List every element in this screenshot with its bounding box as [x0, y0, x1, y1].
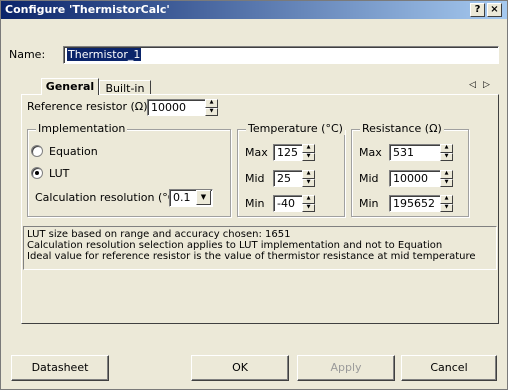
spin-up-icon[interactable]: ▲ [205, 99, 218, 108]
res-max-spinner[interactable]: ▲ ▼ [440, 144, 453, 161]
spin-up-icon[interactable]: ▲ [440, 144, 453, 153]
window-title: Configure 'ThermistorCalc' [5, 3, 170, 16]
reference-resistor-input[interactable]: 10000 [147, 99, 207, 116]
temp-min-label: Min [245, 197, 265, 210]
ok-button[interactable]: OK [191, 355, 289, 381]
reference-resistor-value: 10000 [151, 101, 186, 114]
res-mid-input[interactable]: 10000 [389, 170, 441, 187]
spin-up-icon[interactable]: ▲ [440, 195, 453, 204]
spin-down-icon[interactable]: ▼ [302, 152, 315, 161]
cancel-button-label: Cancel [430, 361, 468, 374]
temp-max-label: Max [245, 146, 268, 159]
reference-resistor-spinner[interactable]: ▲ ▼ [205, 99, 218, 116]
title-bar: Configure 'ThermistorCalc' [1, 1, 507, 19]
spin-down-icon[interactable]: ▼ [440, 203, 453, 212]
name-value: Thermistor_1 [67, 48, 142, 61]
chevron-down-icon: ▼ [200, 193, 207, 201]
resistance-title: Resistance (Ω) [360, 122, 444, 135]
ok-button-label: OK [232, 361, 248, 374]
temp-min-spinner[interactable]: ▲ ▼ [302, 195, 315, 212]
res-min-label: Min [359, 197, 379, 210]
temp-min-value: -40 [277, 197, 295, 210]
res-max-input[interactable]: 531 [389, 144, 441, 161]
spin-down-icon[interactable]: ▼ [302, 178, 315, 187]
temp-max-value: 125 [277, 146, 298, 159]
info-line: Calculation resolution selection applies… [27, 240, 443, 251]
datasheet-button[interactable]: Datasheet [11, 355, 109, 381]
close-icon: × [490, 4, 499, 15]
name-input[interactable]: Thermistor_1 [63, 46, 499, 64]
res-mid-spinner[interactable]: ▲ ▼ [440, 170, 453, 187]
temp-mid-input[interactable]: 25 [273, 170, 303, 187]
tab-next-icon[interactable]: ▷ [483, 80, 490, 90]
apply-button-label: Apply [330, 361, 362, 374]
tab-general-label: General [45, 80, 95, 93]
datasheet-button-label: Datasheet [31, 361, 89, 374]
apply-button[interactable]: Apply [297, 355, 395, 381]
res-min-spinner[interactable]: ▲ ▼ [440, 195, 453, 212]
res-max-value: 531 [393, 146, 414, 159]
res-max-label: Max [359, 146, 382, 159]
res-min-input[interactable]: 195652 [389, 195, 441, 212]
implementation-title: Implementation [36, 122, 128, 135]
spin-down-icon[interactable]: ▼ [205, 107, 218, 116]
reference-resistor-label: Reference resistor (Ω): [27, 100, 152, 113]
close-button[interactable]: × [487, 3, 502, 17]
spin-up-icon[interactable]: ▲ [302, 170, 315, 179]
spin-up-icon[interactable]: ▲ [440, 170, 453, 179]
tab-prev-icon[interactable]: ◁ [469, 80, 476, 90]
equation-label: Equation [49, 145, 98, 158]
res-mid-value: 10000 [393, 172, 428, 185]
spin-down-icon[interactable]: ▼ [440, 178, 453, 187]
temp-mid-label: Mid [245, 172, 265, 185]
help-button[interactable]: ? [470, 3, 485, 17]
res-mid-label: Mid [359, 172, 379, 185]
tab-built-in[interactable]: Built-in [99, 80, 151, 95]
resolution-dropdown-button[interactable]: ▼ [196, 190, 211, 205]
temp-mid-value: 25 [277, 172, 291, 185]
info-message-box: LUT size based on range and accuracy cho… [23, 226, 497, 270]
info-line: Ideal value for reference resistor is th… [27, 251, 476, 262]
temperature-title: Temperature (°C) [246, 122, 345, 135]
temp-max-spinner[interactable]: ▲ ▼ [302, 144, 315, 161]
name-label: Name: [9, 48, 46, 61]
spin-up-icon[interactable]: ▲ [302, 195, 315, 204]
temp-max-input[interactable]: 125 [273, 144, 303, 161]
help-icon: ? [474, 4, 481, 15]
info-line: LUT size based on range and accuracy cho… [27, 229, 291, 240]
resolution-value: 0.1 [173, 191, 191, 204]
spin-down-icon[interactable]: ▼ [302, 203, 315, 212]
spin-down-icon[interactable]: ▼ [440, 152, 453, 161]
tab-general[interactable]: General [41, 78, 99, 95]
configure-dialog: Configure 'ThermistorCalc' ? × Name: The… [0, 0, 508, 390]
lut-radio[interactable] [31, 167, 43, 179]
spin-up-icon[interactable]: ▲ [302, 144, 315, 153]
equation-radio[interactable] [31, 145, 43, 157]
temp-min-input[interactable]: -40 [273, 195, 303, 212]
temp-mid-spinner[interactable]: ▲ ▼ [302, 170, 315, 187]
res-min-value: 195652 [393, 197, 435, 210]
lut-label: LUT [49, 167, 70, 180]
resolution-label: Calculation resolution (°C): [35, 191, 184, 204]
cancel-button[interactable]: Cancel [401, 355, 497, 381]
